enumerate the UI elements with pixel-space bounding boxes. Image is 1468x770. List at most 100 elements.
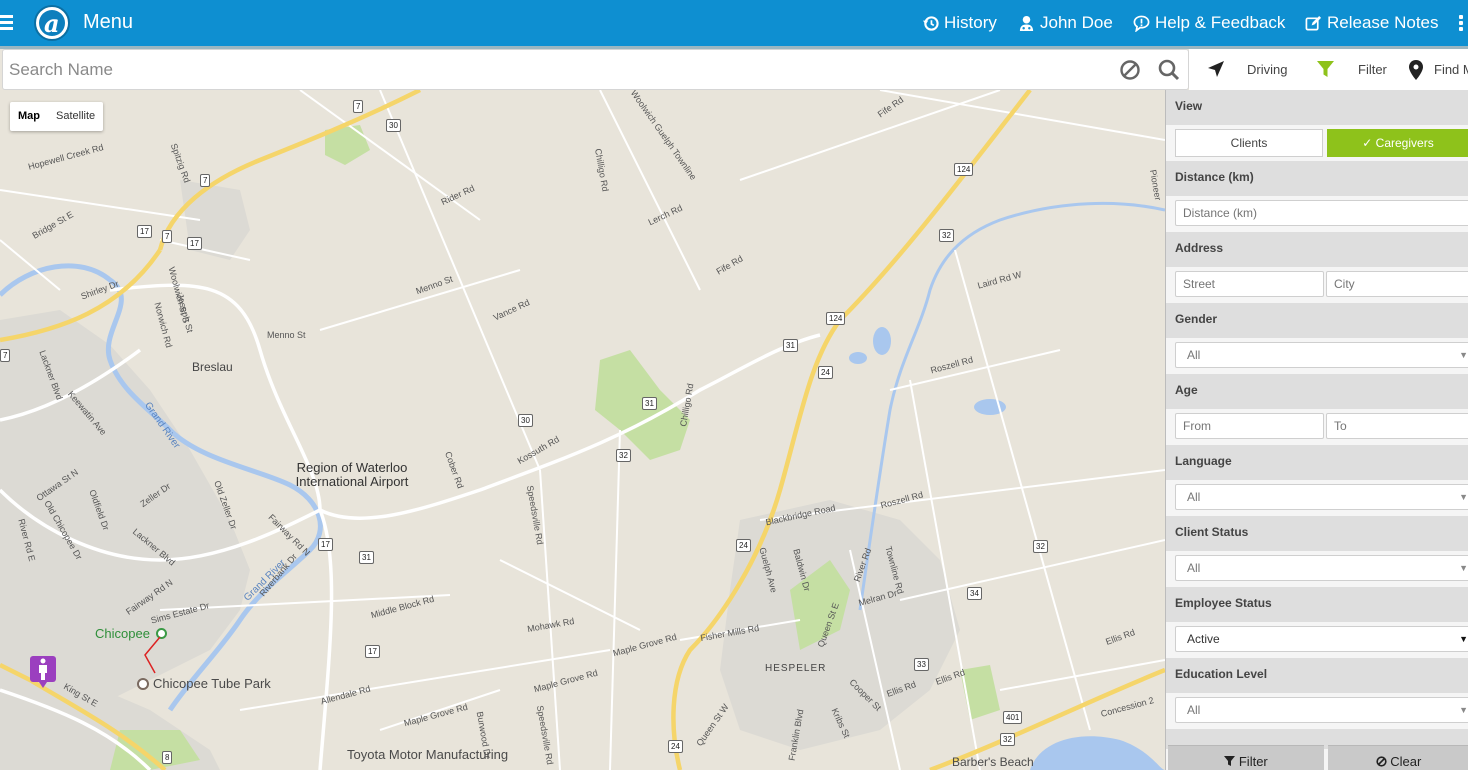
caregiver-marker[interactable]: [30, 656, 56, 688]
apply-filter-label: Filter: [1238, 754, 1268, 769]
highway-shield: 24: [668, 740, 683, 753]
place-breslau[interactable]: Breslau: [192, 360, 233, 374]
city-input[interactable]: [1326, 271, 1468, 297]
highway-shield: 34: [967, 587, 982, 600]
road-label: Menno St: [267, 330, 306, 340]
history-icon: [922, 15, 939, 31]
release-notes-link[interactable]: Release Notes: [1305, 13, 1439, 33]
poi-marker-icon[interactable]: [137, 678, 149, 690]
education-title: Education Level: [1175, 667, 1268, 681]
map-toolbar: Driving Filter Find M: [1189, 49, 1468, 90]
view-clients-button[interactable]: Clients: [1175, 129, 1323, 157]
client-status-title: Client Status: [1175, 525, 1249, 539]
age-title: Age: [1175, 383, 1198, 397]
edit-icon: [1305, 15, 1322, 30]
speech-bubble-icon: [1133, 15, 1150, 32]
education-section-header: Education Level: [1166, 658, 1468, 693]
employee-status-select[interactable]: Active ▼: [1175, 626, 1468, 652]
more-options-icon[interactable]: [1459, 15, 1464, 33]
route-line: [144, 636, 161, 674]
place-chicopee-tube-park[interactable]: Chicopee Tube Park: [153, 676, 271, 691]
education-select[interactable]: All ▼: [1175, 697, 1468, 723]
address-title: Address: [1175, 241, 1224, 255]
distance-input[interactable]: [1175, 200, 1468, 226]
user-link[interactable]: John Doe: [1018, 13, 1113, 33]
search-box: [2, 49, 1189, 90]
dropdown-arrow-icon: ▼: [1459, 492, 1468, 502]
map-canvas[interactable]: Map Satellite Hopewell Creek Rd Spitzig …: [0, 90, 1165, 770]
highway-shield: 17: [187, 237, 202, 250]
find-me-button[interactable]: Find M: [1434, 62, 1468, 77]
user-label: John Doe: [1040, 13, 1113, 32]
help-link[interactable]: Help & Feedback: [1133, 13, 1285, 33]
menu-title[interactable]: Menu: [83, 11, 133, 34]
place-hespeler[interactable]: HESPELER: [765, 663, 826, 674]
highway-shield: 31: [642, 397, 657, 410]
driving-button[interactable]: Driving: [1247, 62, 1287, 77]
map-base: [0, 90, 1165, 770]
gender-select[interactable]: All ▼: [1175, 342, 1468, 368]
highway-shield: 31: [783, 339, 798, 352]
highway-shield: 7: [162, 230, 173, 243]
gender-section-header: Gender: [1166, 303, 1468, 338]
clear-search-icon[interactable]: [1119, 59, 1141, 81]
user-icon: [1019, 15, 1034, 31]
highway-shield: 7: [200, 174, 211, 187]
age-from-input[interactable]: [1175, 413, 1324, 439]
dropdown-arrow-icon: ▼: [1459, 705, 1468, 715]
employee-status-title: Employee Status: [1175, 596, 1272, 610]
map-type-toggle: Map Satellite: [10, 102, 104, 131]
filter-toggle-button[interactable]: Filter: [1358, 62, 1387, 77]
employee-status-select-value: Active: [1187, 632, 1220, 646]
person-icon: [39, 658, 47, 688]
search-input[interactable]: [3, 50, 1103, 89]
place-airport[interactable]: Region of Waterloo International Airport: [285, 461, 419, 489]
highway-shield: 32: [1033, 540, 1048, 553]
client-status-select[interactable]: All ▼: [1175, 555, 1468, 581]
place-toyota[interactable]: Toyota Motor Manufacturing: [347, 748, 508, 761]
highway-shield: 124: [954, 163, 974, 176]
highway-shield: 17: [365, 645, 380, 658]
hamburger-icon[interactable]: [0, 15, 13, 31]
help-label: Help & Feedback: [1155, 13, 1286, 32]
language-select[interactable]: All ▼: [1175, 484, 1468, 510]
map-type-satellite-button[interactable]: Satellite: [48, 102, 103, 131]
dropdown-arrow-icon: ▼: [1459, 563, 1468, 573]
release-notes-label: Release Notes: [1327, 13, 1439, 32]
history-link[interactable]: History: [922, 13, 997, 33]
education-select-value: All: [1187, 703, 1201, 717]
app-logo[interactable]: a: [34, 5, 70, 41]
gender-select-value: All: [1187, 348, 1201, 362]
clear-filter-label: Clear: [1390, 754, 1422, 769]
apply-filter-button[interactable]: Filter: [1168, 745, 1324, 770]
search-icon[interactable]: [1158, 59, 1180, 81]
employee-status-section-header: Employee Status: [1166, 587, 1468, 622]
client-status-select-value: All: [1187, 561, 1201, 575]
highway-shield: 31: [359, 551, 374, 564]
map-type-map-button[interactable]: Map: [10, 102, 48, 131]
street-input[interactable]: [1175, 271, 1324, 297]
location-arrow-icon[interactable]: [1207, 60, 1225, 78]
highway-shield: 7: [353, 100, 364, 113]
highway-shield: 7: [0, 349, 11, 362]
age-to-input[interactable]: [1326, 413, 1468, 439]
highway-shield: 17: [318, 538, 333, 551]
clear-filter-button[interactable]: Clear: [1328, 745, 1468, 770]
language-select-value: All: [1187, 490, 1201, 504]
distance-section-header: Distance (km): [1166, 161, 1468, 196]
highway-shield: 30: [518, 414, 533, 427]
place-barbers-beach[interactable]: Barber's Beach: [952, 755, 1034, 769]
dropdown-arrow-icon: ▼: [1459, 634, 1468, 644]
filter-funnel-icon[interactable]: [1316, 60, 1335, 79]
age-section-header: Age: [1166, 374, 1468, 409]
history-label: History: [944, 13, 997, 32]
highway-shield: 24: [736, 539, 751, 552]
top-nav: a Menu History John Doe Help & Feedback …: [0, 0, 1468, 46]
map-marker-icon[interactable]: [1409, 60, 1423, 80]
highway-shield: 8: [162, 751, 173, 764]
highway-shield: 24: [818, 366, 833, 379]
filter-funnel-icon: [1224, 756, 1236, 766]
language-section-header: Language: [1166, 445, 1468, 480]
highway-shield: 32: [939, 229, 954, 242]
view-caregivers-button[interactable]: ✓ Caregivers: [1327, 129, 1468, 157]
